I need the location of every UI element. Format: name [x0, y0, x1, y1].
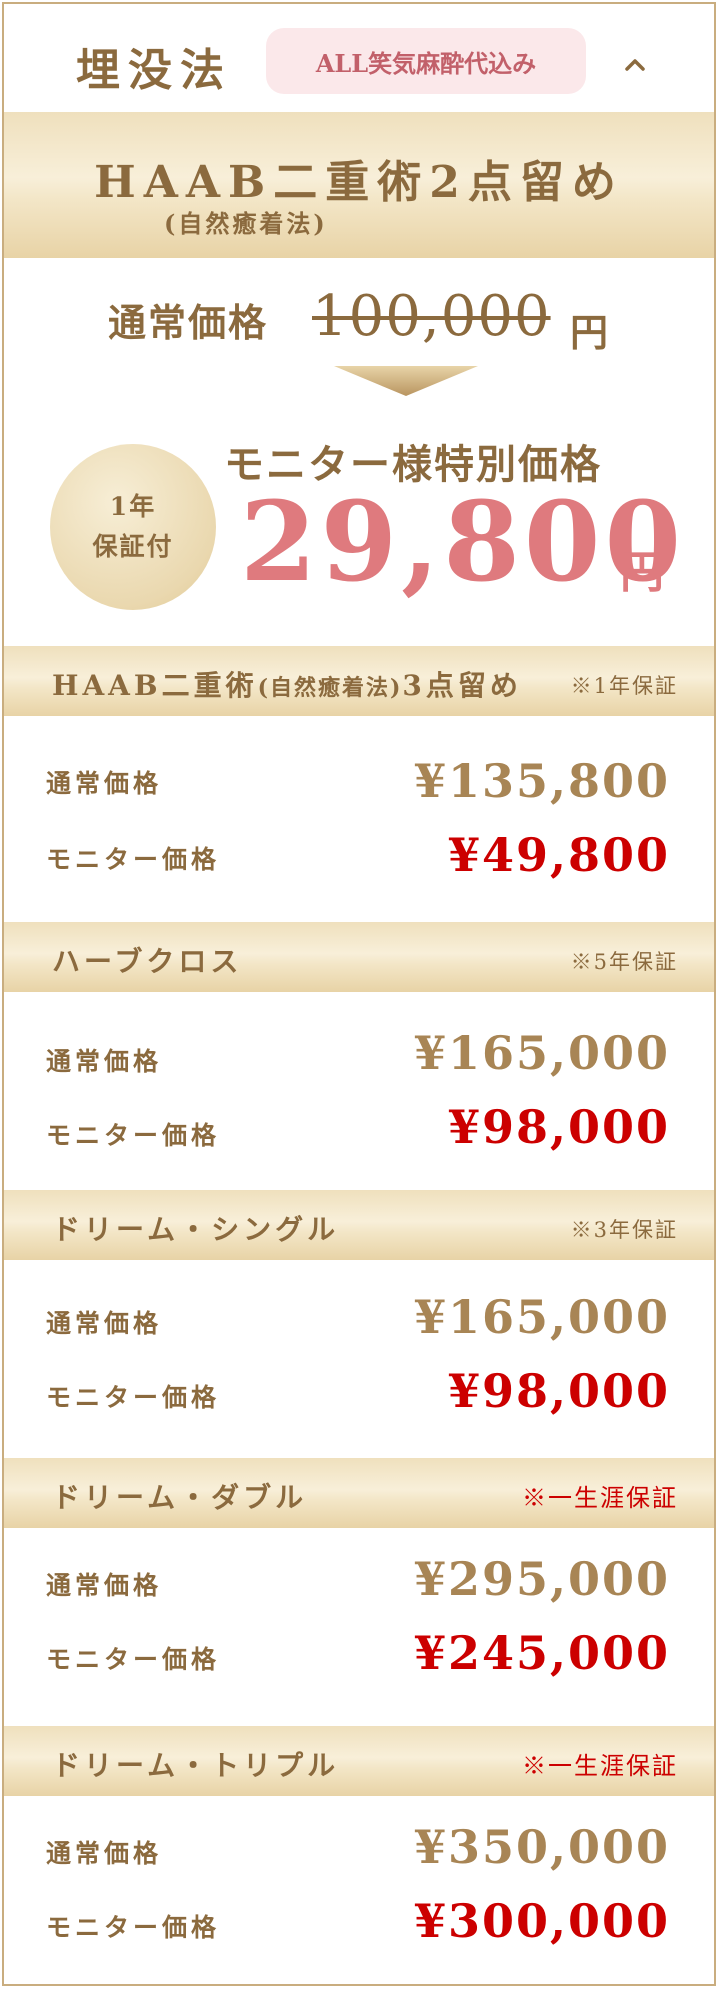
plan-name: ドリーム・シングル [52, 1213, 340, 1246]
warranty-years: 1年 [109, 492, 157, 521]
plan-warranty: ※一生涯保証 [522, 1484, 678, 1512]
hero-subtitle: (自然癒着法) [164, 209, 328, 238]
plan-monitor-label: モニター価格 [46, 1913, 221, 1942]
hero-regular-price-row: 通常価格 100,000 円 [108, 284, 628, 355]
anesthesia-badge: ALL笑気麻酔代込み [266, 28, 586, 94]
plan-warranty: ※3年保証 [570, 1218, 678, 1242]
plan-monitor-price: ¥49,800 [447, 828, 670, 882]
plan-header: ドリーム・ダブル ※一生涯保証 [4, 1458, 714, 1528]
hero-banner: HAAB二重術2点留め (自然癒着法) [4, 112, 714, 258]
plan-regular-label: 通常価格 [46, 1571, 163, 1600]
plan-monitor-label: モニター価格 [46, 845, 221, 874]
plan-name: ドリーム・ダブル [52, 1481, 308, 1514]
plan-monitor-price: ¥98,000 [447, 1364, 670, 1418]
plan-warranty: ※5年保証 [570, 950, 678, 974]
plan-regular-price: ¥165,000 [413, 1290, 670, 1344]
plan-monitor-label: モニター価格 [46, 1383, 221, 1412]
plan-header: ドリーム・シングル ※3年保証 [4, 1190, 714, 1260]
regular-price-currency: 円 [570, 310, 609, 355]
plan-monitor-price: ¥98,000 [447, 1100, 670, 1154]
plan-warranty: ※一生涯保証 [522, 1752, 678, 1780]
plan-header: HAAB二重術(自然癒着法)3点留め ※1年保証 [4, 646, 714, 716]
plan-name: ドリーム・トリプル [52, 1749, 340, 1782]
down-arrow-icon [334, 366, 478, 396]
plan-monitor-label: モニター価格 [46, 1121, 221, 1150]
plan-warranty: ※1年保証 [570, 674, 678, 698]
plan-regular-label: 通常価格 [46, 1047, 163, 1076]
plan-regular-price: ¥165,000 [413, 1026, 670, 1080]
hero-title: HAAB二重術2点留め [94, 157, 624, 208]
regular-price-label: 通常価格 [108, 300, 269, 345]
price-card: 埋没法 ALL笑気麻酔代込み HAAB二重術2点留め (自然癒着法) 通常価格 … [2, 2, 716, 1986]
plan-regular-price: ¥295,000 [413, 1552, 670, 1606]
plan-regular-label: 通常価格 [46, 1839, 163, 1868]
plan-header: ドリーム・トリプル ※一生涯保証 [4, 1726, 714, 1796]
plan-regular-label: 通常価格 [46, 769, 163, 798]
plan-monitor-label: モニター価格 [46, 1645, 221, 1674]
accordion-header[interactable]: 埋没法 ALL笑気麻酔代込み [4, 4, 714, 112]
warranty-text: 保証付 [92, 532, 174, 561]
monitor-price-currency: 円 [620, 547, 664, 598]
plan-name: ハーブクロス [52, 945, 243, 978]
chevron-up-icon[interactable] [620, 50, 650, 80]
plan-monitor-price: ¥300,000 [413, 1894, 670, 1948]
plan-regular-price: ¥135,800 [413, 754, 670, 808]
section-title: 埋没法 [76, 45, 232, 96]
plan-header: ハーブクロス ※5年保証 [4, 922, 714, 992]
plan-monitor-price: ¥245,000 [413, 1626, 670, 1680]
warranty-badge: 1年 保証付 [50, 444, 216, 610]
plan-regular-label: 通常価格 [46, 1309, 163, 1338]
monitor-price-value: 29,800 [240, 477, 685, 606]
plan-name: HAAB二重術(自然癒着法)3点留め [52, 669, 522, 702]
regular-price-value: 100,000 [312, 284, 551, 349]
plan-regular-price: ¥350,000 [413, 1820, 670, 1874]
